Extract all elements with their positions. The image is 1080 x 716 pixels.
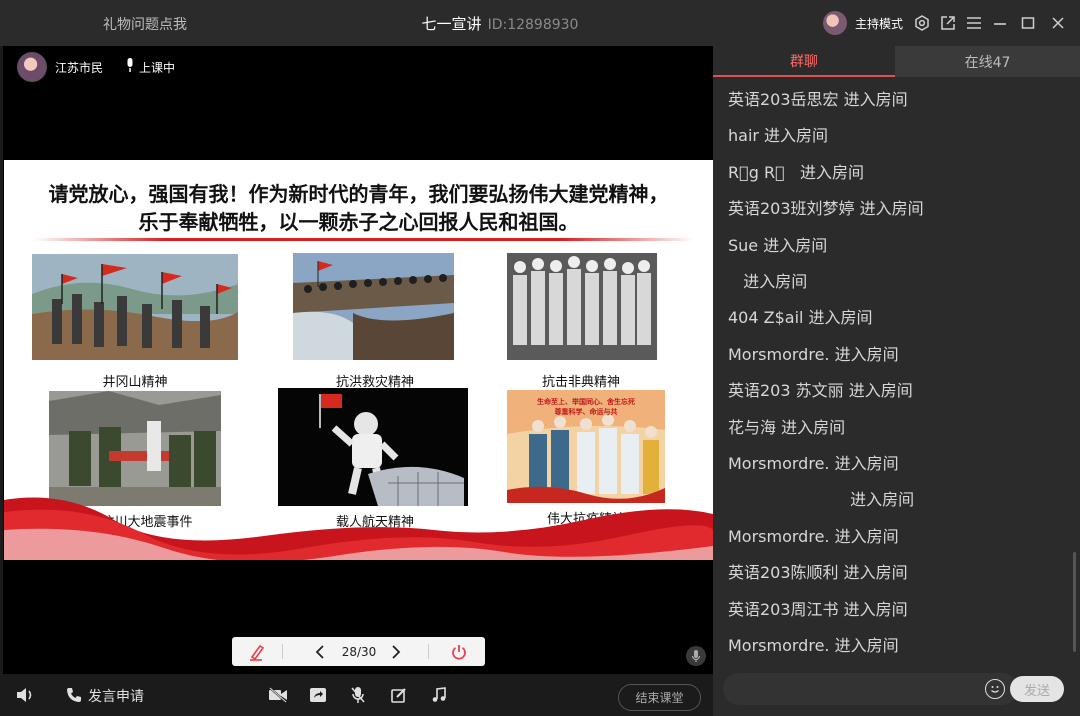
caption-sars-fight: 抗击非典精神 xyxy=(541,375,620,390)
music-icon[interactable] xyxy=(427,683,451,707)
scrollbar-thumb[interactable] xyxy=(1073,552,1076,652)
slide-heading-line-1: 请党放心，强国有我！作为新时代的青年，我们要弘扬伟大建党精神， xyxy=(48,182,669,206)
spacewalk-photo xyxy=(278,388,468,506)
chat-message: Morsmordre. 进入房间 xyxy=(728,454,899,473)
emoji-icon[interactable] xyxy=(985,679,1005,699)
chat-message: 英语203岳思宏 进入房间 xyxy=(728,90,908,109)
chat-message: 英语203陈顺利 进入房间 xyxy=(728,563,908,583)
app-window: 礼物问题点我 七一宣讲 ID:12898930 主持模式 江苏市民 上课中 请党… xyxy=(0,0,1080,716)
caption-jinggangshan: 井冈山精神 xyxy=(102,375,168,390)
mic-off-icon[interactable] xyxy=(346,683,370,707)
class-status-label: 上课中 xyxy=(139,60,176,75)
next-page-icon[interactable] xyxy=(386,641,406,662)
whiteboard-edit-icon[interactable] xyxy=(387,683,411,707)
bottom-toolbar: 发言申请 结束课堂 xyxy=(0,674,712,716)
speaker-icon[interactable] xyxy=(13,683,37,707)
presentation-slide: 请党放心，强国有我！作为新时代的青年，我们要弘扬伟大建党精神， 乐于奉献牺牲，以… xyxy=(4,160,713,560)
pen-icon[interactable] xyxy=(246,641,268,662)
apply-speak-button[interactable]: 发言申请 xyxy=(88,686,144,706)
slide-controls: 28/30 xyxy=(232,637,485,666)
chat-message: 英语203 苏文丽 进入房间 xyxy=(728,381,913,401)
power-icon[interactable] xyxy=(448,641,470,662)
sars-fight-photo xyxy=(507,253,657,360)
poster-slogan-2: 尊重科学、命运与共 xyxy=(554,408,618,416)
settings-icon[interactable] xyxy=(912,13,932,33)
tab-group-chat[interactable]: 群聊 xyxy=(713,46,895,77)
presenter-info: 江苏市民 上课中 xyxy=(17,52,175,82)
chat-message: hair 进入房间 xyxy=(728,126,829,146)
chat-message: Morsmordre. 进入房间 xyxy=(728,636,899,655)
red-ribbon-decoration xyxy=(4,497,713,560)
prev-page-icon[interactable] xyxy=(310,641,330,662)
presenter-avatar[interactable] xyxy=(17,52,47,82)
mic-level-icon[interactable] xyxy=(686,646,706,666)
chat-message: 进入房间 xyxy=(728,272,808,291)
panel-tabs: 群聊 在线47 xyxy=(713,46,1080,77)
heading-divider xyxy=(34,238,694,241)
close-icon[interactable] xyxy=(1048,13,1068,33)
title-bar: 礼物问题点我 七一宣讲 ID:12898930 主持模式 xyxy=(0,0,1080,46)
chat-message: 进入房间 xyxy=(728,490,915,510)
end-class-button[interactable]: 结束课堂 xyxy=(618,684,701,711)
side-panel: 群聊 在线47 英语203岳思宏 进入房间 hair 进入房间 R⃢g R⃢ 进入房… xyxy=(713,46,1080,716)
chat-scrollbar[interactable] xyxy=(1070,82,1080,666)
tab-online-users[interactable]: 在线47 xyxy=(895,46,1080,77)
send-button[interactable]: 发送 xyxy=(1010,676,1064,702)
flood-relief-photo xyxy=(293,253,454,360)
popout-icon[interactable] xyxy=(938,13,958,33)
chat-message: 英语203周江书 进入房间 xyxy=(728,599,908,619)
host-mode-label[interactable]: 主持模式 xyxy=(855,15,903,32)
screen-share-icon[interactable] xyxy=(306,683,330,707)
minimize-icon[interactable] xyxy=(990,13,1010,33)
class-status: 上课中 xyxy=(125,57,175,77)
menu-icon[interactable] xyxy=(964,13,984,33)
phone-icon[interactable] xyxy=(62,683,86,707)
slide-heading: 请党放心，强国有我！作为新时代的青年，我们要弘扬伟大建党精神， 乐于奉献牺牲，以… xyxy=(4,180,713,236)
chat-message: 英语203班刘梦婷 进入房间 xyxy=(728,199,924,219)
chat-input[interactable] xyxy=(723,673,1018,705)
poster-slogans: 生命至上、举国同心、舍生忘死 尊重科学、命运与共 xyxy=(507,397,665,417)
chat-message-list[interactable]: 英语203岳思宏 进入房间 hair 进入房间 R⃢g R⃢ 进入房间英语203班刘… xyxy=(713,82,1070,666)
earthquake-rescue-photo xyxy=(49,391,221,506)
mic-icon xyxy=(125,57,135,77)
room-id: ID:12898930 xyxy=(487,17,579,33)
controls-divider xyxy=(282,644,283,659)
poster-slogan-1: 生命至上、举国同心、舍生忘死 xyxy=(537,398,635,406)
chat-message: 花与海 进入房间 xyxy=(728,417,846,437)
chat-message: R⃢g R⃢ 进入房间 xyxy=(728,162,864,182)
chat-message: Morsmordre. 进入房间 xyxy=(728,344,899,364)
presenter-name: 江苏市民 xyxy=(55,60,104,75)
camera-off-icon[interactable] xyxy=(266,683,290,707)
chat-message: Morsmordre. 进入房间 xyxy=(728,526,899,546)
room-name: 七一宣讲 xyxy=(421,15,482,33)
chat-composer: 发送 xyxy=(723,673,1070,705)
controls-divider xyxy=(428,644,429,659)
maximize-icon[interactable] xyxy=(1018,13,1038,33)
chat-message: 404 Z$ail 进入房间 xyxy=(728,308,873,328)
room-title: 七一宣讲 ID:12898930 xyxy=(0,13,1000,34)
jinggangshan-painting xyxy=(32,254,238,360)
host-avatar[interactable] xyxy=(823,11,847,35)
anti-epidemic-poster: 生命至上、举国同心、舍生忘死 尊重科学、命运与共 xyxy=(507,390,665,503)
slide-heading-line-2: 乐于奉献牺牲，以一颗赤子之心回报人民和祖国。 xyxy=(138,210,579,234)
chat-message: Sue 进入房间 xyxy=(728,235,828,255)
page-indicator: 28/30 xyxy=(341,644,377,659)
